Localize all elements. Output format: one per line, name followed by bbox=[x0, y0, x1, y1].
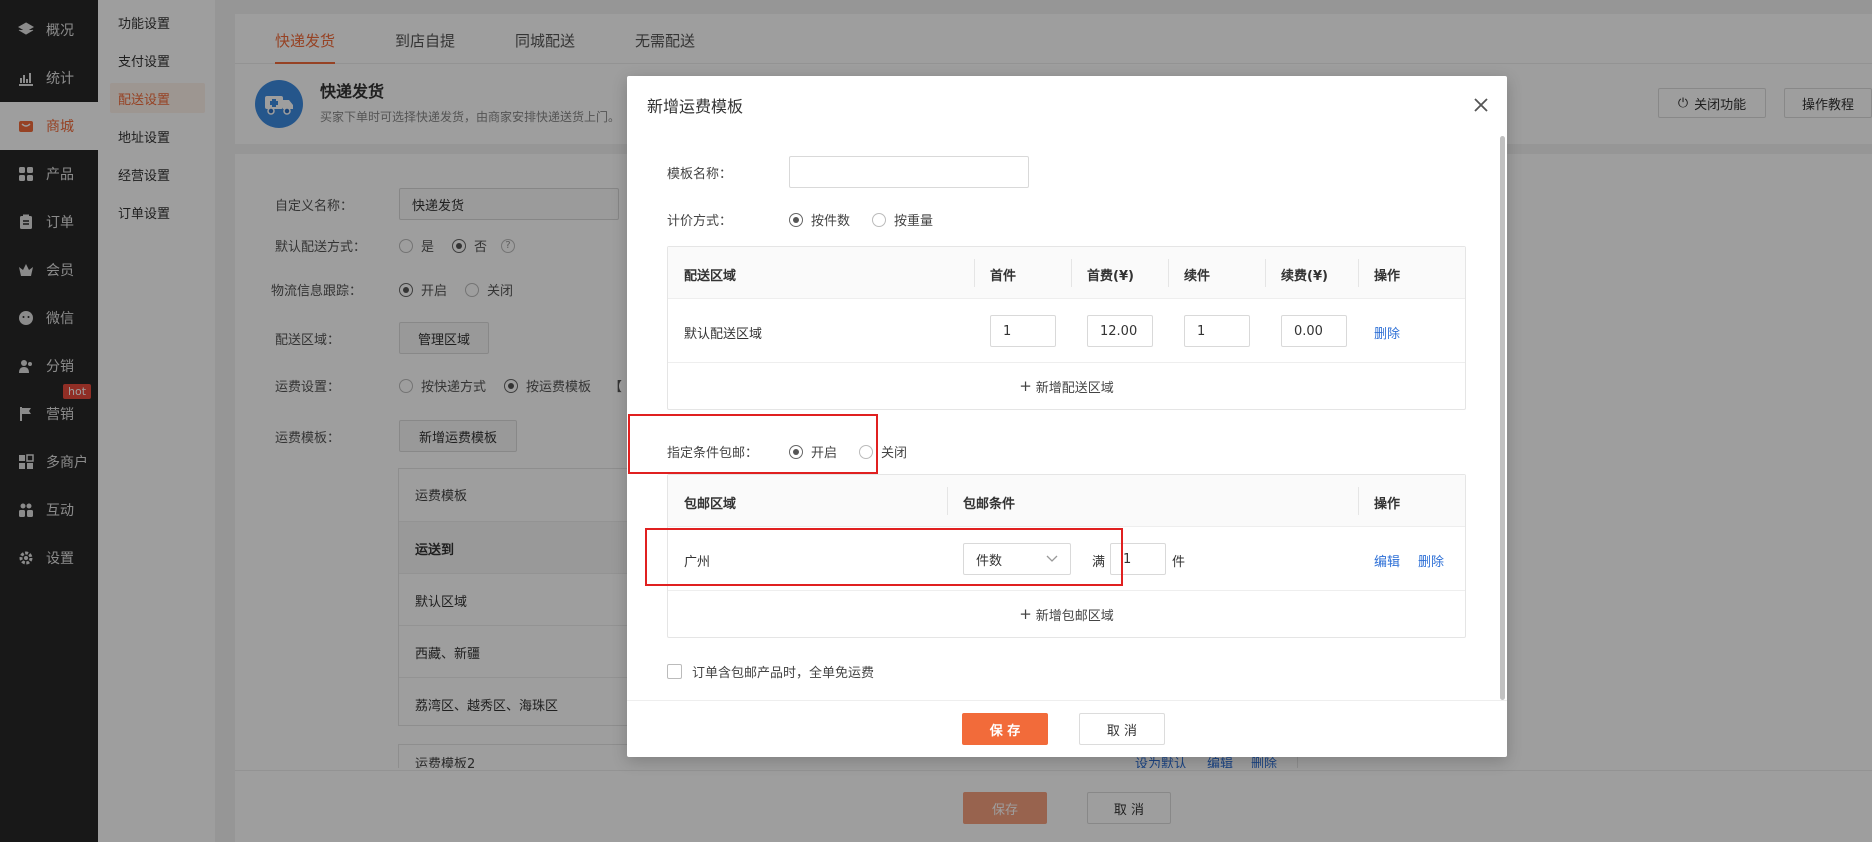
pricing-row: 计价方式： 按件数 按重量 bbox=[667, 210, 933, 229]
by-count-radio[interactable] bbox=[789, 212, 803, 227]
edit-free-link[interactable]: 编辑 bbox=[1374, 551, 1400, 570]
delete-free-link[interactable]: 删除 bbox=[1418, 551, 1444, 570]
add-area-label: 新增配送区域 bbox=[1035, 380, 1114, 396]
add-free-area-label: 新增包邮区域 bbox=[1035, 608, 1114, 624]
add-free-area-button[interactable]: + 新增包邮区域 bbox=[668, 591, 1465, 637]
next-fee-input[interactable] bbox=[1281, 315, 1347, 347]
col-next: 续件 bbox=[1184, 269, 1211, 284]
dialog-cancel-label: 取 消 bbox=[1106, 723, 1138, 739]
col-free-area: 包邮区域 bbox=[684, 497, 737, 512]
highlight-box-free-toggle bbox=[628, 414, 878, 474]
free-off-label: 关闭 bbox=[881, 446, 908, 461]
first-fee-input[interactable] bbox=[1087, 315, 1153, 347]
add-template-dialog: 新增运费模板 模板名称： 计价方式： 按件数 按重量 配送区域 首件 首费(¥) bbox=[627, 76, 1507, 757]
delete-row-link[interactable]: 删除 bbox=[1374, 323, 1400, 342]
dialog-cancel-button[interactable]: 取 消 bbox=[1079, 713, 1165, 745]
fee-table: 配送区域 首件 首费(¥) 续件 续费(¥) 操作 默认配送区域 1 12.00… bbox=[667, 246, 1466, 410]
col-first: 首件 bbox=[990, 269, 1017, 284]
add-area-button[interactable]: + 新增配送区域 bbox=[668, 363, 1465, 409]
template-name-input[interactable] bbox=[789, 156, 1029, 188]
dialog-footer: 保 存 取 消 bbox=[627, 700, 1507, 757]
by-weight-radio[interactable] bbox=[872, 212, 887, 227]
pricing-label: 计价方式： bbox=[667, 214, 733, 229]
col-action: 操作 bbox=[1374, 269, 1401, 284]
table-row: 默认配送区域 删除 bbox=[668, 299, 1465, 363]
plus-icon: + bbox=[1019, 605, 1032, 623]
col-free-condition: 包邮条件 bbox=[963, 497, 1016, 512]
fee-table-header: 配送区域 首件 首费(¥) 续件 续费(¥) 操作 bbox=[668, 247, 1465, 299]
whole-order-free-row: 订单含包邮产品时，全单免运费 bbox=[667, 662, 874, 681]
template-name-label: 模板名称： bbox=[667, 166, 733, 182]
unit-label: 件 bbox=[1172, 555, 1186, 570]
template-name-row: 模板名称： bbox=[667, 156, 1029, 188]
plus-icon: + bbox=[1019, 377, 1032, 395]
app-root: 概况 统计 商城 产品 订单 会员 微信 分销 营销 hot 多商户 互动 设置 功能设置 支付设置 配送设… bbox=[0, 0, 1872, 842]
whole-order-free-label: 订单含包邮产品时，全单免运费 bbox=[692, 666, 875, 681]
close-icon[interactable] bbox=[1471, 95, 1491, 115]
dialog-save-button[interactable]: 保 存 bbox=[962, 713, 1048, 745]
dialog-header: 新增运费模板 bbox=[627, 76, 1507, 134]
dialog-title: 新增运费模板 bbox=[647, 97, 744, 116]
by-weight-label: 按重量 bbox=[894, 214, 934, 229]
free-table-header: 包邮区域 包邮条件 操作 bbox=[668, 475, 1465, 527]
next-count-input[interactable] bbox=[1184, 315, 1250, 347]
col-free-action: 操作 bbox=[1374, 497, 1401, 512]
highlight-box-free-row bbox=[645, 528, 1123, 586]
col-first-fee: 首费(¥) bbox=[1087, 269, 1134, 284]
dialog-save-label: 保 存 bbox=[989, 723, 1021, 739]
col-area: 配送区域 bbox=[684, 269, 737, 284]
col-next-fee: 续费(¥) bbox=[1281, 269, 1328, 284]
by-count-label: 按件数 bbox=[811, 214, 851, 229]
whole-order-free-checkbox[interactable] bbox=[667, 664, 682, 679]
row-area: 默认配送区域 bbox=[684, 327, 763, 342]
first-count-input[interactable] bbox=[990, 315, 1056, 347]
